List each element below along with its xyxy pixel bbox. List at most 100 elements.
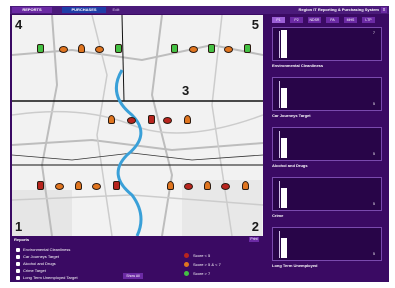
tab-ltp[interactable]: LTP (362, 17, 375, 23)
chart-bar (281, 238, 287, 258)
crime-marker[interactable] (163, 117, 172, 124)
chart-alcohol-drugs: 5 (272, 127, 382, 161)
score-row-high: Score > 7 (184, 269, 221, 278)
chart-scale-label: 5 (373, 152, 375, 156)
region-3-label: 3 (182, 83, 190, 98)
crime-marker[interactable] (95, 46, 104, 53)
bottle-marker[interactable] (208, 44, 215, 53)
chart-scale-label: 5 (373, 202, 375, 206)
chart-title: Car Journeys Target (272, 113, 311, 118)
crime-icon (16, 268, 20, 273)
chart-bar (281, 138, 287, 158)
crime-marker[interactable] (224, 46, 233, 53)
chart-car-journeys: 5 (272, 77, 382, 111)
app-window: REPORTS PURCHASES Edit Region IT Reporti… (10, 6, 389, 282)
region-map[interactable]: 4 5 3 1 2 (12, 15, 263, 236)
chart-crime: 5 (272, 177, 382, 211)
print-button[interactable]: Print (249, 237, 259, 242)
tree-marker[interactable] (171, 44, 178, 53)
crime-marker[interactable] (221, 183, 230, 190)
chart-title: Crime (272, 213, 284, 218)
chart-bar (281, 30, 287, 58)
layer-item-unemployed[interactable]: Long Term Unemployed Target (16, 274, 78, 281)
car-marker[interactable] (55, 183, 64, 190)
layer-item-environmental[interactable]: Environmental Cleanliness (16, 246, 78, 253)
layer-label: Crime Target (23, 268, 46, 273)
tab-pa[interactable]: PA (326, 17, 339, 23)
bottle-marker[interactable] (204, 181, 211, 190)
top-bar: REPORTS PURCHASES Edit Region IT Reporti… (10, 6, 389, 14)
tab-edit[interactable]: Edit (110, 7, 122, 13)
tree-icon (16, 247, 20, 252)
tree-marker[interactable] (167, 181, 174, 190)
score-legend: Score < 5 Score > 5 & < 7 Score > 7 (184, 251, 221, 278)
person-marker[interactable] (113, 181, 120, 190)
period-tabs: P1 P2 NDSR PA MHS LTP (272, 17, 380, 23)
tab-purchases[interactable]: PURCHASES (62, 7, 106, 13)
chart-scale-label: 5 (373, 252, 375, 256)
layer-item-crime[interactable]: Crime Target (16, 267, 78, 274)
chart-axis (279, 81, 280, 108)
reports-panel: Reports Print Environmental Cleanliness … (12, 237, 263, 281)
chart-scale-label: 7 (373, 31, 375, 35)
layer-item-car-journeys[interactable]: Car Journeys Target (16, 253, 78, 260)
region-1-label: 1 (15, 219, 23, 234)
person-marker[interactable] (184, 115, 191, 124)
layer-item-alcohol-drugs[interactable]: Alcohol and Drugs (16, 260, 78, 267)
bottle-icon (16, 261, 20, 266)
score-label: Score > 5 & < 7 (193, 262, 221, 267)
app-title: Region IT Reporting & Purchasing System (298, 7, 379, 12)
close-button[interactable]: x (381, 7, 387, 13)
chart-bar (281, 88, 287, 108)
green-dot-icon (184, 271, 189, 276)
score-row-mid: Score > 5 & < 7 (184, 260, 221, 269)
car-marker[interactable] (184, 183, 193, 190)
stats-panel: P1 P2 NDSR PA MHS LTP 7 Environmental Cl… (268, 15, 388, 281)
red-dot-icon (184, 253, 189, 258)
tree-marker[interactable] (37, 181, 44, 190)
orange-dot-icon (184, 262, 189, 267)
car-marker[interactable] (127, 117, 136, 124)
person-marker[interactable] (244, 44, 251, 53)
chart-scale-label: 5 (373, 102, 375, 106)
layer-legend: Environmental Cleanliness Car Journeys T… (16, 246, 78, 281)
region-4-label: 4 (15, 17, 23, 32)
layer-label: Long Term Unemployed Target (23, 275, 78, 280)
tab-reports[interactable]: REPORTS (12, 7, 52, 13)
tab-p2[interactable]: P2 (290, 17, 303, 23)
tab-ndsr[interactable]: NDSR (308, 17, 321, 23)
car-icon (16, 254, 20, 259)
score-label: Score < 5 (193, 253, 211, 258)
reports-title: Reports (14, 237, 30, 242)
tab-mhs[interactable]: MHS (344, 17, 357, 23)
chart-title: Alcohol and Drugs (272, 163, 308, 168)
bottle-marker[interactable] (148, 115, 155, 124)
chart-environmental: 7 (272, 27, 382, 61)
crime-marker[interactable] (92, 183, 101, 190)
car-marker[interactable] (59, 46, 68, 53)
tab-p1[interactable]: P1 (272, 17, 285, 23)
layer-label: Car Journeys Target (23, 254, 59, 259)
region-2-label: 2 (251, 219, 259, 234)
bottle-marker[interactable] (78, 44, 85, 53)
tree-marker[interactable] (108, 115, 115, 124)
region-5-label: 5 (251, 17, 259, 32)
bottle-marker[interactable] (75, 181, 82, 190)
tree-marker[interactable] (37, 44, 44, 53)
person-marker[interactable] (242, 181, 249, 190)
layer-label: Alcohol and Drugs (23, 261, 56, 266)
person-marker[interactable] (115, 44, 122, 53)
chart-axis (279, 31, 280, 58)
chart-axis (279, 131, 280, 158)
score-label: Score > 7 (193, 271, 211, 276)
chart-axis (279, 231, 280, 258)
chart-title: Long Term Unemployed (272, 263, 318, 268)
person-icon (16, 275, 20, 280)
car-marker[interactable] (189, 46, 198, 53)
chart-unemployed: 5 (272, 227, 382, 261)
show-all-button[interactable]: Show All (123, 273, 143, 279)
chart-bar (281, 188, 287, 208)
chart-axis (279, 181, 280, 208)
layer-label: Environmental Cleanliness (23, 247, 71, 252)
chart-title: Environmental Cleanliness (272, 63, 324, 68)
